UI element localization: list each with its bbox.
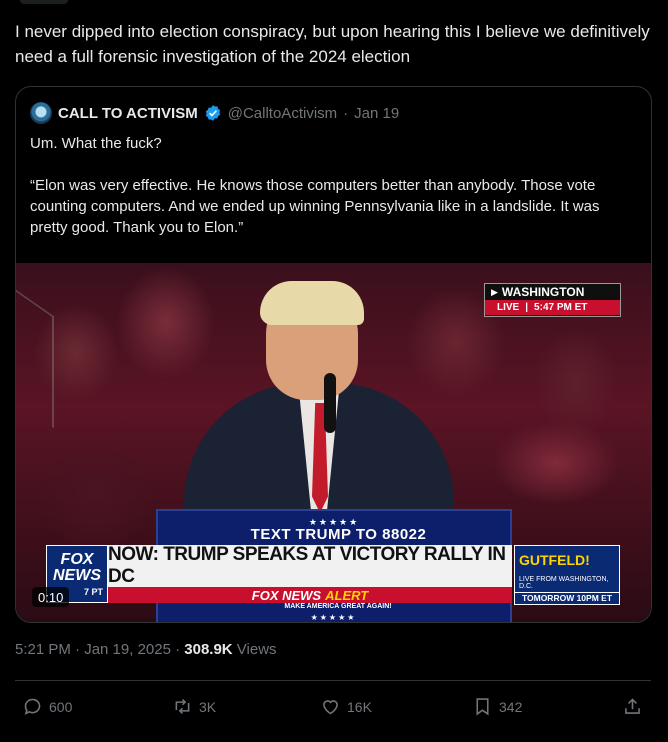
share-button[interactable] — [622, 696, 643, 717]
views-count: 308.9K — [184, 641, 233, 658]
live-label: LIVE — [497, 302, 520, 313]
podium-sign-suffix: TO 88022 — [351, 526, 427, 543]
podium-sign-name: TRUMP — [295, 526, 352, 543]
podium-sign: TEXT TRUMP TO 88022 — [226, 526, 451, 546]
divider — [15, 680, 651, 681]
podium-stars-bottom: ★★★★★ — [310, 613, 357, 622]
post-timestamp[interactable]: 5:21 PM · Jan 19, 2025 · — [15, 641, 184, 658]
promo-live-text: LIVE FROM WASHINGTON, D.C. — [519, 576, 609, 590]
news-alert-bar: FOX NEWS ALERT — [108, 587, 512, 603]
video-player[interactable]: ★★★★★ TEXT TRUMP TO 88022 ▶ WASHINGTON LI… — [16, 263, 651, 622]
repost-button[interactable]: 3K — [172, 696, 216, 717]
quoted-author-avatar[interactable] — [30, 102, 52, 124]
quoted-author-name[interactable]: CALL TO ACTIVISM — [58, 105, 198, 122]
share-icon — [625, 698, 640, 714]
quoted-post-header: CALL TO ACTIVISM @CalltoActivism · Jan 1… — [30, 102, 399, 124]
fox-logo-line1: FOX — [60, 551, 94, 568]
heart-icon — [323, 700, 338, 715]
reply-button[interactable]: 600 — [22, 696, 72, 717]
verified-badge-icon[interactable] — [204, 104, 222, 122]
live-time: 5:47 PM ET — [534, 302, 588, 313]
repost-icon — [175, 698, 190, 715]
speaker-hair — [260, 281, 364, 325]
alert-network: FOX NEWS — [251, 587, 322, 603]
bookmark-count: 342 — [499, 698, 523, 715]
reply-icon — [24, 698, 41, 716]
promo-time: TOMORROW 10PM ET — [515, 592, 619, 604]
podium-slogan: MAKE AMERICA GREAT AGAIN! — [284, 603, 392, 610]
like-button[interactable]: 16K — [320, 696, 372, 717]
live-location: WASHINGTON — [501, 285, 585, 299]
live-location-badge: ▶ WASHINGTON LIVE | 5:47 PM ET — [484, 283, 621, 317]
promo-show-name: GUTFELD! — [519, 552, 590, 568]
post-text: I never dipped into election conspiracy,… — [15, 22, 650, 66]
video-duration: 0:10 — [32, 587, 70, 607]
show-promo: GUTFELD! LIVE FROM WASHINGTON, D.C. TOMO… — [514, 545, 620, 605]
repost-count: 3K — [199, 698, 217, 715]
quoted-post-line-1: Um. What the fuck? — [30, 135, 162, 152]
quoted-post-text: Um. What the fuck? “Elon was very effect… — [30, 133, 640, 238]
play-triangle-icon: ▶ — [491, 286, 498, 297]
quoted-post-line-2: “Elon was very effective. He knows those… — [30, 177, 600, 236]
bookmark-icon — [476, 698, 489, 716]
microphone-icon — [324, 373, 336, 433]
post-metadata: 5:21 PM · Jan 19, 2025 · 308.9K Views — [15, 641, 277, 658]
reply-count: 600 — [49, 698, 73, 715]
quoted-post-date[interactable]: Jan 19 — [354, 105, 399, 122]
like-count: 16K — [347, 698, 372, 715]
podium-sign-prefix: TEXT — [250, 526, 296, 543]
author-avatar-edge[interactable] — [20, 0, 68, 4]
live-divider: | — [525, 302, 529, 313]
views-label: Views — [232, 641, 277, 658]
fox-logo-line2: NEWS — [53, 567, 101, 584]
bookmark-button[interactable]: 342 — [472, 696, 522, 717]
quoted-post[interactable]: CALL TO ACTIVISM @CalltoActivism · Jan 1… — [15, 86, 652, 623]
news-headline: NOW: TRUMP SPEAKS AT VICTORY RALLY IN DC — [108, 544, 512, 587]
header-separator: · — [343, 104, 349, 122]
alert-word: ALERT — [325, 587, 369, 603]
quoted-author-handle[interactable]: @CalltoActivism — [228, 105, 337, 122]
action-bar: 600 3K 16K 342 — [22, 696, 648, 720]
